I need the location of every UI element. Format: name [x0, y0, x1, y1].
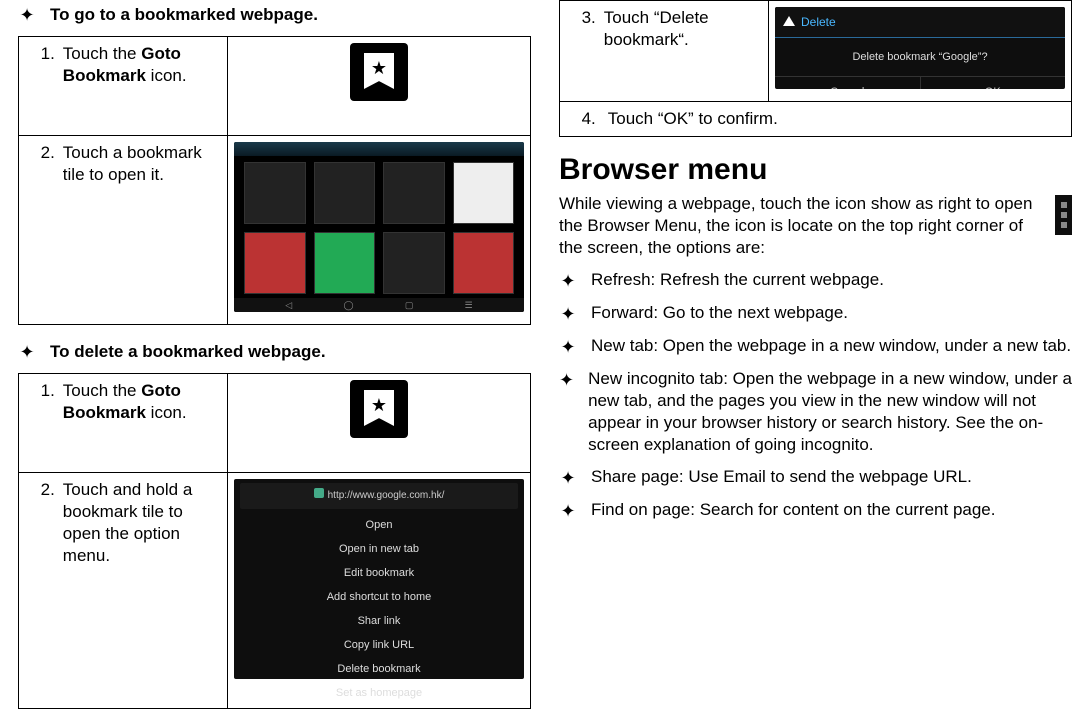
- ctx-opt: Copy link URL: [240, 633, 518, 657]
- ctx-opt: Open in new tab: [240, 537, 518, 561]
- ctx-opt: Add shortcut to home: [240, 585, 518, 609]
- nav-home-icon: ◯: [343, 294, 353, 312]
- step-text: Touch “Delete bookmark“.: [600, 1, 769, 102]
- text: icon.: [146, 66, 187, 85]
- ctx-opt: Edit bookmark: [240, 561, 518, 585]
- browser-menu-heading: Browser menu: [559, 153, 1072, 187]
- step-number: 1.: [19, 37, 59, 136]
- step-image-cell: Delete Delete bookmark “Google”? Cancel …: [769, 1, 1072, 102]
- ctx-opt: Shar link: [240, 609, 518, 633]
- step-image-cell: [228, 37, 531, 136]
- ctx-opt: Set as homepage: [240, 681, 518, 705]
- goto-bookmark-icon: [350, 43, 408, 101]
- steps-table-delete: 1. Touch the Goto Bookmark icon. 2. Touc…: [18, 373, 531, 709]
- star-icon: ✦: [559, 302, 577, 325]
- goto-bookmark-icon: [350, 380, 408, 438]
- step-image-cell: [228, 374, 531, 473]
- browser-menu-list: ✦ Refresh: Refresh the current webpage. ✦…: [559, 269, 1072, 522]
- context-menu-screenshot: http://www.google.com.hk/ Open Open in n…: [234, 479, 524, 679]
- section-heading-goto: ✦ To go to a bookmarked webpage.: [18, 4, 531, 26]
- star-icon: ✦: [559, 368, 574, 391]
- menu-item: Refresh: Refresh the current webpage.: [591, 269, 884, 291]
- step-number: 1.: [19, 374, 59, 473]
- ctx-opt: Open: [240, 513, 518, 537]
- bookmark-tiles-screenshot: ◁ ◯ ▢ ☰: [234, 142, 524, 312]
- step-text: Touch “OK” to confirm.: [600, 102, 1072, 137]
- steps-table-delete-cont: 3. Touch “Delete bookmark“. Delete Delet…: [559, 0, 1072, 137]
- menu-item: Share page: Use Email to send the webpag…: [591, 466, 972, 488]
- dialog-title: Delete: [801, 11, 836, 33]
- steps-table-goto: 1. Touch the Goto Bookmark icon. 2. Touc…: [18, 36, 531, 325]
- text: icon.: [146, 403, 187, 422]
- menu-item: Find on page: Search for content on the …: [591, 499, 996, 521]
- step-number: 3.: [560, 1, 600, 102]
- text: Touch the: [63, 381, 141, 400]
- nav-back-icon: ◁: [285, 294, 292, 312]
- menu-item: New incognito tab: Open the webpage in a…: [588, 368, 1072, 456]
- star-icon: ✦: [559, 335, 577, 358]
- section-heading-text: To delete a bookmarked webpage.: [50, 341, 326, 363]
- dialog-cancel: Cancel: [775, 77, 921, 89]
- warning-icon: [783, 16, 795, 26]
- step-number: 2.: [19, 136, 59, 325]
- nav-menu-icon: ☰: [465, 294, 473, 312]
- star-icon: ✦: [559, 466, 577, 489]
- dialog-ok: OK: [921, 77, 1066, 89]
- overflow-menu-icon: [1055, 195, 1072, 235]
- section-heading-delete: ✦ To delete a bookmarked webpage.: [18, 341, 531, 363]
- nav-recent-icon: ▢: [405, 294, 414, 312]
- ctx-opt: Delete bookmark: [240, 657, 518, 681]
- step-image-cell: http://www.google.com.hk/ Open Open in n…: [228, 473, 531, 709]
- star-icon: ✦: [559, 499, 577, 522]
- step-number: 2.: [19, 473, 59, 709]
- star-icon: ✦: [18, 4, 36, 26]
- menu-item: Forward: Go to the next webpage.: [591, 302, 848, 324]
- delete-dialog-screenshot: Delete Delete bookmark “Google”? Cancel …: [775, 7, 1065, 89]
- step-text: Touch the Goto Bookmark icon.: [59, 37, 228, 136]
- text: Touch the: [63, 44, 141, 63]
- section-heading-text: To go to a bookmarked webpage.: [50, 4, 318, 26]
- star-icon: ✦: [18, 341, 36, 363]
- ctx-url: http://www.google.com.hk/: [328, 490, 445, 501]
- step-text: Touch and hold a bookmark tile to open t…: [59, 473, 228, 709]
- star-icon: ✦: [559, 269, 577, 292]
- step-image-cell: ◁ ◯ ▢ ☰: [228, 136, 531, 325]
- browser-menu-intro: While viewing a webpage, touch the icon …: [559, 193, 1043, 259]
- menu-item: New tab: Open the webpage in a new windo…: [591, 335, 1071, 357]
- step-text: Touch a bookmark tile to open it.: [59, 136, 228, 325]
- dialog-message: Delete bookmark “Google”?: [775, 38, 1065, 76]
- step-text: Touch the Goto Bookmark icon.: [59, 374, 228, 473]
- step-number: 4.: [560, 102, 600, 137]
